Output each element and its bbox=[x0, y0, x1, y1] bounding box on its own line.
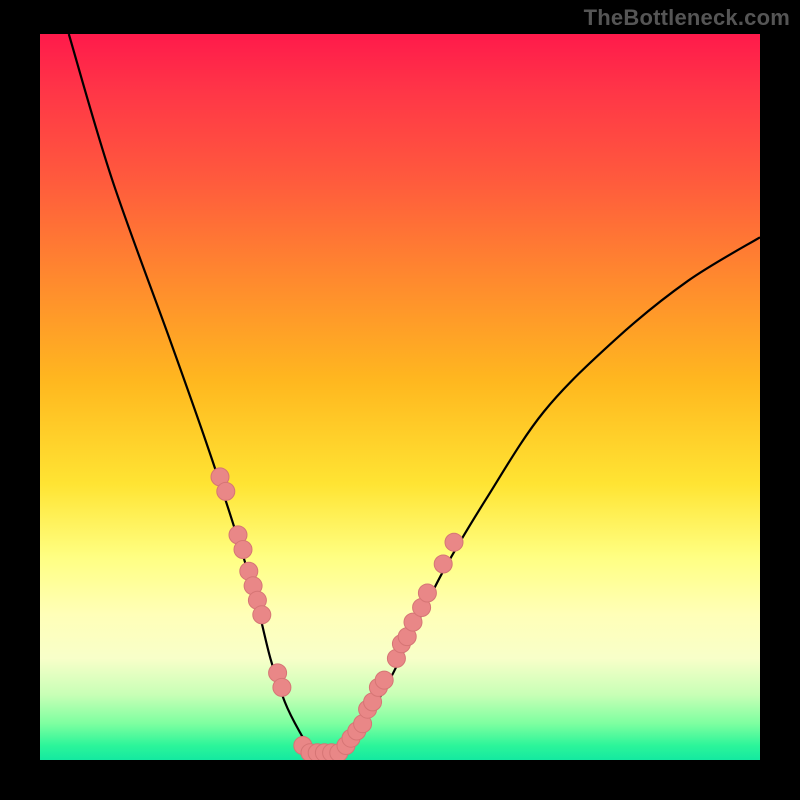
data-marker bbox=[217, 482, 235, 500]
data-marker bbox=[234, 541, 252, 559]
data-marker bbox=[253, 606, 271, 624]
data-marker bbox=[418, 584, 436, 602]
data-marker bbox=[375, 671, 393, 689]
marker-group bbox=[211, 468, 463, 760]
data-marker bbox=[434, 555, 452, 573]
v-curve bbox=[69, 34, 760, 755]
attribution-text: TheBottleneck.com bbox=[584, 5, 790, 31]
chart-stage: TheBottleneck.com bbox=[0, 0, 800, 800]
plot-area bbox=[40, 34, 760, 760]
data-marker bbox=[273, 678, 291, 696]
curve-layer bbox=[40, 34, 760, 760]
data-marker bbox=[445, 533, 463, 551]
